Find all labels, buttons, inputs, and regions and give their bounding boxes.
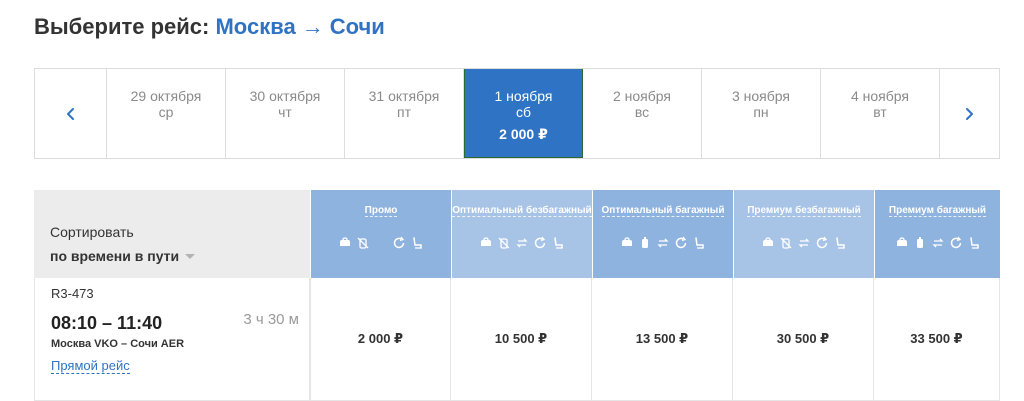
- fare-name[interactable]: Премиум безбагажный: [747, 205, 861, 217]
- fare-header-optimal-no-baggage[interactable]: Оптимальный безбагажный: [451, 190, 592, 278]
- refund-icon: [950, 236, 961, 249]
- fare-price: 30 500 ₽: [776, 331, 830, 346]
- date-cell-nov-2[interactable]: 2 ноября вс: [583, 69, 702, 158]
- bag-icon: [481, 237, 491, 246]
- baggage-icon: [916, 237, 923, 248]
- date-label: 3 ноября: [731, 88, 790, 104]
- chevron-left-icon: [66, 107, 74, 120]
- fare-features: [311, 236, 451, 250]
- date-cell-oct-30[interactable]: 30 октября чт: [226, 69, 345, 158]
- sort-value: по времени в пути: [50, 248, 180, 264]
- weekday-label: пн: [753, 104, 769, 120]
- refund-icon: [816, 236, 828, 249]
- date-cell-nov-3[interactable]: 3 ноября пн: [702, 69, 821, 158]
- weekday-label: сб: [515, 104, 532, 120]
- price-cell-optimal-baggage[interactable]: 13 500 ₽: [592, 278, 733, 401]
- weekday-label: вс: [634, 104, 650, 120]
- seat-icon: [695, 237, 704, 249]
- price-cell-optimal-no-baggage[interactable]: 10 500 ₽: [451, 278, 592, 401]
- bag-icon: [340, 237, 350, 246]
- direct-flight-link[interactable]: Прямой рейс: [51, 359, 130, 374]
- fare-features: [734, 236, 874, 250]
- next-dates-button[interactable]: [940, 69, 998, 158]
- date-label: 31 октября: [368, 88, 440, 104]
- fare-features: [593, 236, 733, 250]
- price-cell-promo[interactable]: 2 000 ₽: [310, 278, 451, 401]
- date-strip: 29 октября ср 30 октября чт 31 октября п…: [34, 68, 1000, 159]
- date-label: 1 ноября: [494, 88, 553, 104]
- origin-city-link[interactable]: Москва: [215, 14, 295, 39]
- fare-header-optimal-baggage[interactable]: Оптимальный багажный: [592, 190, 733, 278]
- bag-icon: [896, 237, 907, 246]
- destination-city-link[interactable]: Сочи: [330, 14, 385, 39]
- refund-icon: [393, 236, 405, 249]
- date-cell-oct-31[interactable]: 31 октября пт: [345, 69, 464, 158]
- route-arrow: →: [301, 14, 324, 39]
- weekday-label: чт: [278, 104, 292, 120]
- date-label: 29 октября: [130, 88, 202, 104]
- change-icon: [657, 238, 669, 248]
- change-icon: [516, 238, 528, 248]
- date-cell-nov-4[interactable]: 4 ноября вт: [821, 69, 940, 158]
- bag-icon: [622, 237, 632, 246]
- fare-price: 2 000 ₽: [357, 331, 404, 346]
- no-baggage-icon: [780, 237, 792, 249]
- prev-dates-button[interactable]: [35, 69, 107, 158]
- flight-number: R3-473: [51, 286, 94, 301]
- refund-icon: [675, 236, 687, 249]
- no-baggage-icon: [357, 237, 369, 249]
- weekday-label: пт: [397, 104, 411, 120]
- date-label: 30 октября: [249, 88, 321, 104]
- fare-price: 33 500 ₽: [910, 331, 963, 346]
- price-cell-premium-baggage[interactable]: 33 500 ₽: [874, 278, 1000, 401]
- sort-header: Сортировать по времени в пути: [34, 190, 310, 278]
- sort-label: Сортировать: [50, 224, 134, 240]
- no-baggage-icon: [498, 237, 510, 249]
- date-min-price: 2 000 ₽: [499, 126, 548, 142]
- fare-header-premium-no-baggage[interactable]: Премиум безбагажный: [733, 190, 874, 278]
- price-cell-premium-no-baggage[interactable]: 30 500 ₽: [733, 278, 874, 401]
- page-title: Выберите рейс: Москва → Сочи: [34, 14, 385, 40]
- fare-name[interactable]: Премиум багажный: [888, 205, 987, 217]
- page-title-prefix: Выберите рейс:: [34, 14, 210, 39]
- seat-icon: [413, 237, 422, 249]
- weekday-label: вт: [873, 104, 887, 120]
- weekday-label: ср: [158, 104, 174, 120]
- fare-price: 13 500 ₽: [635, 331, 689, 346]
- fare-name[interactable]: Оптимальный безбагажный: [452, 205, 592, 217]
- date-label: 4 ноября: [850, 88, 909, 104]
- chevron-right-icon: [966, 107, 973, 120]
- seat-icon: [836, 237, 845, 249]
- bag-icon: [763, 237, 773, 246]
- baggage-icon: [642, 237, 648, 248]
- fare-price: 10 500 ₽: [494, 331, 548, 346]
- no-change-icon: [374, 236, 388, 250]
- fare-header-promo[interactable]: Промо: [310, 190, 451, 278]
- flight-info: R3-473 08:10 – 11:40 3 ч 30 м Москва VKO…: [34, 278, 310, 401]
- sort-dropdown[interactable]: по времени в пути: [50, 248, 196, 264]
- flight-route: Москва VKO – Сочи AER: [51, 338, 185, 350]
- date-cell-oct-29[interactable]: 29 октября ср: [107, 69, 226, 158]
- fare-header-premium-baggage[interactable]: Премиум багажный: [874, 190, 1000, 278]
- refund-icon: [534, 236, 546, 249]
- change-icon: [798, 238, 810, 248]
- fare-name[interactable]: Промо: [364, 205, 398, 217]
- caret-down-icon: [185, 253, 196, 259]
- seat-icon: [554, 237, 563, 249]
- flight-duration: 3 ч 30 м: [243, 311, 299, 328]
- date-label: 2 ноября: [612, 88, 671, 104]
- fare-table: Сортировать по времени в пути Промо Опти…: [34, 190, 1000, 401]
- date-cell-nov-1-selected[interactable]: 1 ноября сб 2 000 ₽: [464, 69, 583, 158]
- fare-name[interactable]: Оптимальный багажный: [601, 205, 725, 217]
- fare-features: [875, 236, 1000, 250]
- seat-icon: [969, 237, 979, 249]
- change-icon: [931, 238, 944, 248]
- fare-features: [452, 236, 592, 250]
